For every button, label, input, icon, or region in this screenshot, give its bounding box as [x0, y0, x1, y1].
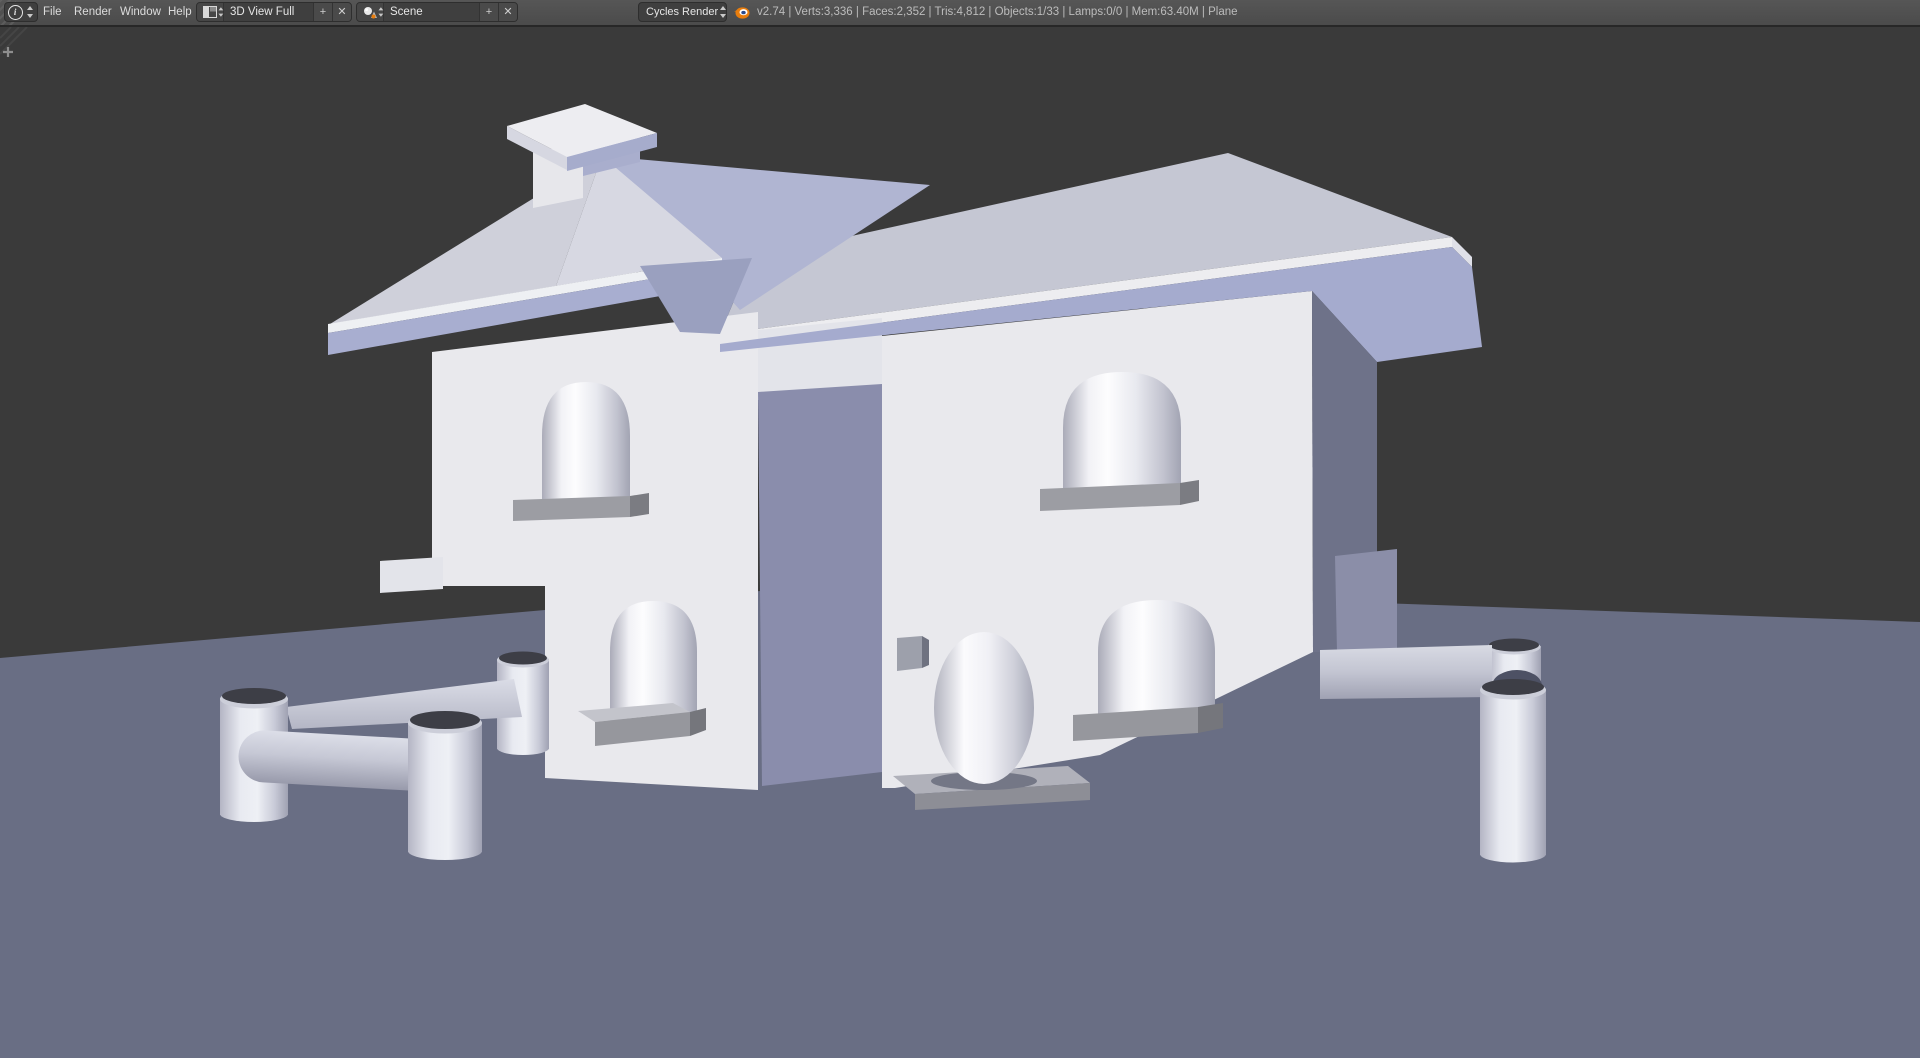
doorbell-plate[interactable] — [897, 636, 929, 671]
viewport-canvas[interactable] — [0, 27, 1920, 1058]
scene-selector[interactable]: Scene + ✕ — [356, 2, 518, 22]
close-scene-button[interactable]: ✕ — [498, 3, 517, 21]
doorbell-face — [897, 636, 922, 671]
menu-file[interactable]: File — [40, 0, 65, 25]
info-header: i File Render Window Help 3D View Full +… — [0, 0, 1920, 27]
railing-post-base — [1480, 845, 1546, 863]
menu-render[interactable]: Render — [71, 0, 115, 25]
bench-post-cap — [410, 711, 480, 729]
close-screen-layout-button[interactable]: ✕ — [332, 3, 351, 21]
bench-post-base — [497, 741, 549, 755]
bench-post-base — [408, 842, 482, 860]
window-dome — [542, 382, 630, 503]
dropdown-arrows-icon — [25, 5, 34, 19]
render-engine-selector[interactable]: Cycles Render — [638, 2, 727, 22]
render-engine-name: Cycles Render — [646, 6, 719, 18]
window-sill-end — [630, 493, 649, 517]
blender-window: i File Render Window Help 3D View Full +… — [0, 0, 1920, 1058]
scene-statistics: v2.74 | Verts:3,336 | Faces:2,352 | Tris… — [757, 6, 1238, 18]
add-screen-layout-button[interactable]: + — [313, 3, 332, 21]
info-editor-icon: i — [7, 4, 23, 20]
right-side-wall-step — [1335, 549, 1397, 652]
dropdown-arrows-icon — [377, 6, 384, 17]
bench-post-base — [220, 806, 288, 822]
bench-post-cap — [499, 651, 547, 665]
screen-layout-selector[interactable]: 3D View Full + ✕ — [196, 2, 352, 22]
bench-post-front — [408, 722, 482, 852]
scene-icon — [357, 3, 384, 21]
left-wall-ledge — [380, 557, 443, 593]
connector-shadow-wall — [758, 384, 882, 786]
editor-type-selector[interactable]: i — [4, 2, 38, 22]
add-scene-button[interactable]: + — [479, 3, 498, 21]
dropdown-arrows-icon — [217, 6, 224, 17]
bench-post-cap — [222, 688, 286, 704]
window-sill — [513, 496, 630, 521]
window-dome — [1098, 600, 1215, 718]
window-sill-end — [1180, 480, 1199, 505]
menu-help[interactable]: Help — [165, 0, 195, 25]
doorbell-edge — [922, 636, 929, 668]
menu-window[interactable]: Window — [117, 0, 164, 25]
screen-layout-name[interactable]: 3D View Full — [224, 3, 313, 21]
window-dome — [610, 601, 697, 722]
blender-logo-icon — [733, 4, 750, 21]
viewport-3d[interactable] — [0, 27, 1920, 1058]
window-sill-end — [1198, 703, 1223, 733]
railing-rail — [1320, 645, 1492, 699]
railing-post-cap — [1489, 638, 1539, 652]
window-dome — [1063, 372, 1181, 492]
railing-post-front — [1480, 689, 1546, 855]
door-egg-body — [934, 632, 1034, 784]
screen-layout-icon — [197, 3, 224, 21]
scene-name[interactable]: Scene — [384, 3, 479, 21]
railing-post-cap — [1482, 679, 1544, 695]
dropdown-arrows-icon — [718, 5, 726, 19]
